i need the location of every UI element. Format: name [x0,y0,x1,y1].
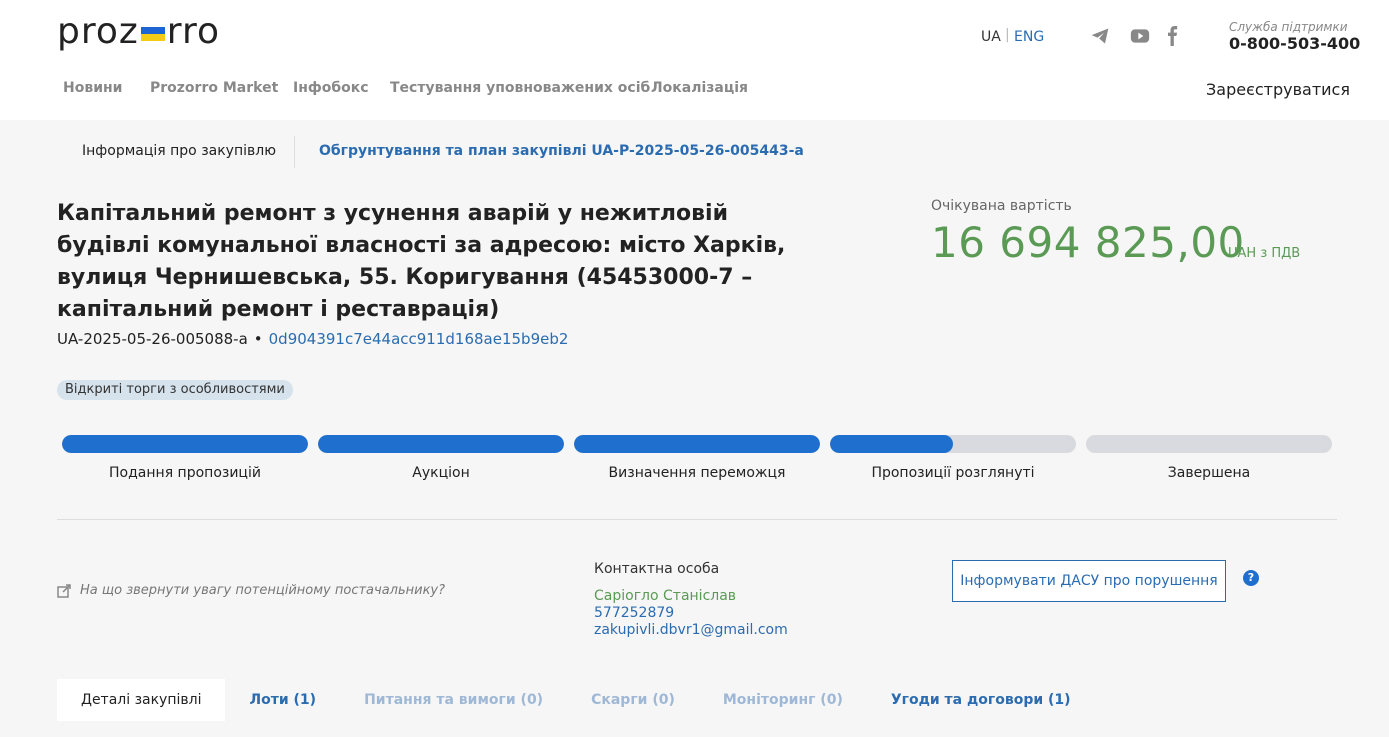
nav-testing[interactable]: Тестування уповноважених осіб [390,80,650,96]
stage-progress-bar [62,435,308,453]
breadcrumb-plan-link[interactable]: Обгрунтування та план закупівлі UA-P-202… [319,143,804,159]
site-header: proz rro UA | ENG Служба підтримки 0-800… [0,0,1389,120]
external-link-icon [57,583,71,598]
support-phone[interactable]: 0-800-503-400 [1229,34,1360,53]
stage-reviewed: Пропозиції розглянуті [830,435,1076,481]
breadcrumb-active[interactable]: Інформація про закупівлю [82,143,276,159]
tab-details[interactable]: Деталі закупівлі [57,679,226,721]
telegram-icon[interactable] [1089,26,1111,46]
tab-monitoring[interactable]: Моніторинг (0) [699,679,867,721]
tender-tabs: Деталі закупівлі Лоти (1) Питання та вим… [57,679,1095,737]
stage-progress-bar [1086,435,1332,453]
expected-cost-amount: 16 694 825,00 [931,218,1245,267]
logo-text-left: proz [57,11,139,52]
stage-progress-bar [318,435,564,453]
support-label: Служба підтримки [1229,20,1348,34]
stage-label: Подання пропозицій [109,465,261,481]
tab-questions[interactable]: Питання та вимоги (0) [340,679,567,721]
tab-complaints[interactable]: Скарги (0) [567,679,699,721]
stage-progress-bar [830,435,1076,453]
supplier-hint-link[interactable]: На що звернути увагу потенційному постач… [57,583,445,598]
expected-cost-label: Очікувана вартість [931,198,1072,214]
contact-email[interactable]: zakupivli.dbvr1@gmail.com [594,622,788,638]
nav-news[interactable]: Новини [63,80,123,96]
expected-cost-currency: UAH з ПДВ [1228,246,1301,261]
tender-id: UA-2025-05-26-005088-a [57,330,248,348]
procedure-type-badge: Відкриті торги з особливостями [57,380,293,400]
stage-auction: Аукціон [318,435,564,481]
section-divider [57,519,1337,520]
contact-title: Контактна особа [594,561,720,577]
help-icon[interactable]: ? [1243,570,1259,586]
stage-label: Завершена [1167,465,1251,481]
tender-ids: UA-2025-05-26-005088-a • 0d904391c7e44acc9… [57,330,568,348]
ukraine-flag-icon [140,27,165,41]
nav-localization[interactable]: Локалізація [651,80,748,96]
nav-infobox[interactable]: Інфобокс [293,80,369,96]
lang-eng[interactable]: ENG [1014,29,1044,45]
contact-name: Саріогло Станіслав [594,588,737,604]
register-link[interactable]: Зареєструватися [1206,80,1350,99]
stage-label: Пропозиції розглянуті [871,465,1035,481]
lang-ua[interactable]: UA [981,29,1001,45]
report-violation-button[interactable]: Інформувати ДАСУ про порушення [952,560,1226,602]
tender-hash-link[interactable]: 0d904391c7e44acc911d168ae15b9eb2 [269,330,569,348]
stage-winner: Визначення переможця [574,435,820,481]
id-separator: • [253,330,263,348]
facebook-icon[interactable] [1165,26,1181,46]
lang-separator: | [1005,27,1010,43]
stage-label: Аукціон [412,465,470,481]
supplier-hint-text: На що звернути увагу потенційному постач… [80,583,446,598]
stage-submission: Подання пропозицій [62,435,308,481]
youtube-icon[interactable] [1129,26,1151,46]
breadcrumb-divider [294,136,295,168]
nav-market[interactable]: Prozorro Market [150,80,278,96]
tab-lots[interactable]: Лоти (1) [225,679,340,721]
stage-label: Визначення переможця [608,465,786,481]
prozorro-logo[interactable]: proz rro [57,12,220,52]
tab-contracts[interactable]: Угоди та договори (1) [867,679,1095,721]
page-title: Капітальний ремонт з усунення аварій у н… [57,201,786,322]
stage-progress-bar [574,435,820,453]
stage-completed: Завершена [1086,435,1332,481]
logo-text-right: rro [166,11,220,52]
contact-phone[interactable]: 577252879 [594,605,674,621]
